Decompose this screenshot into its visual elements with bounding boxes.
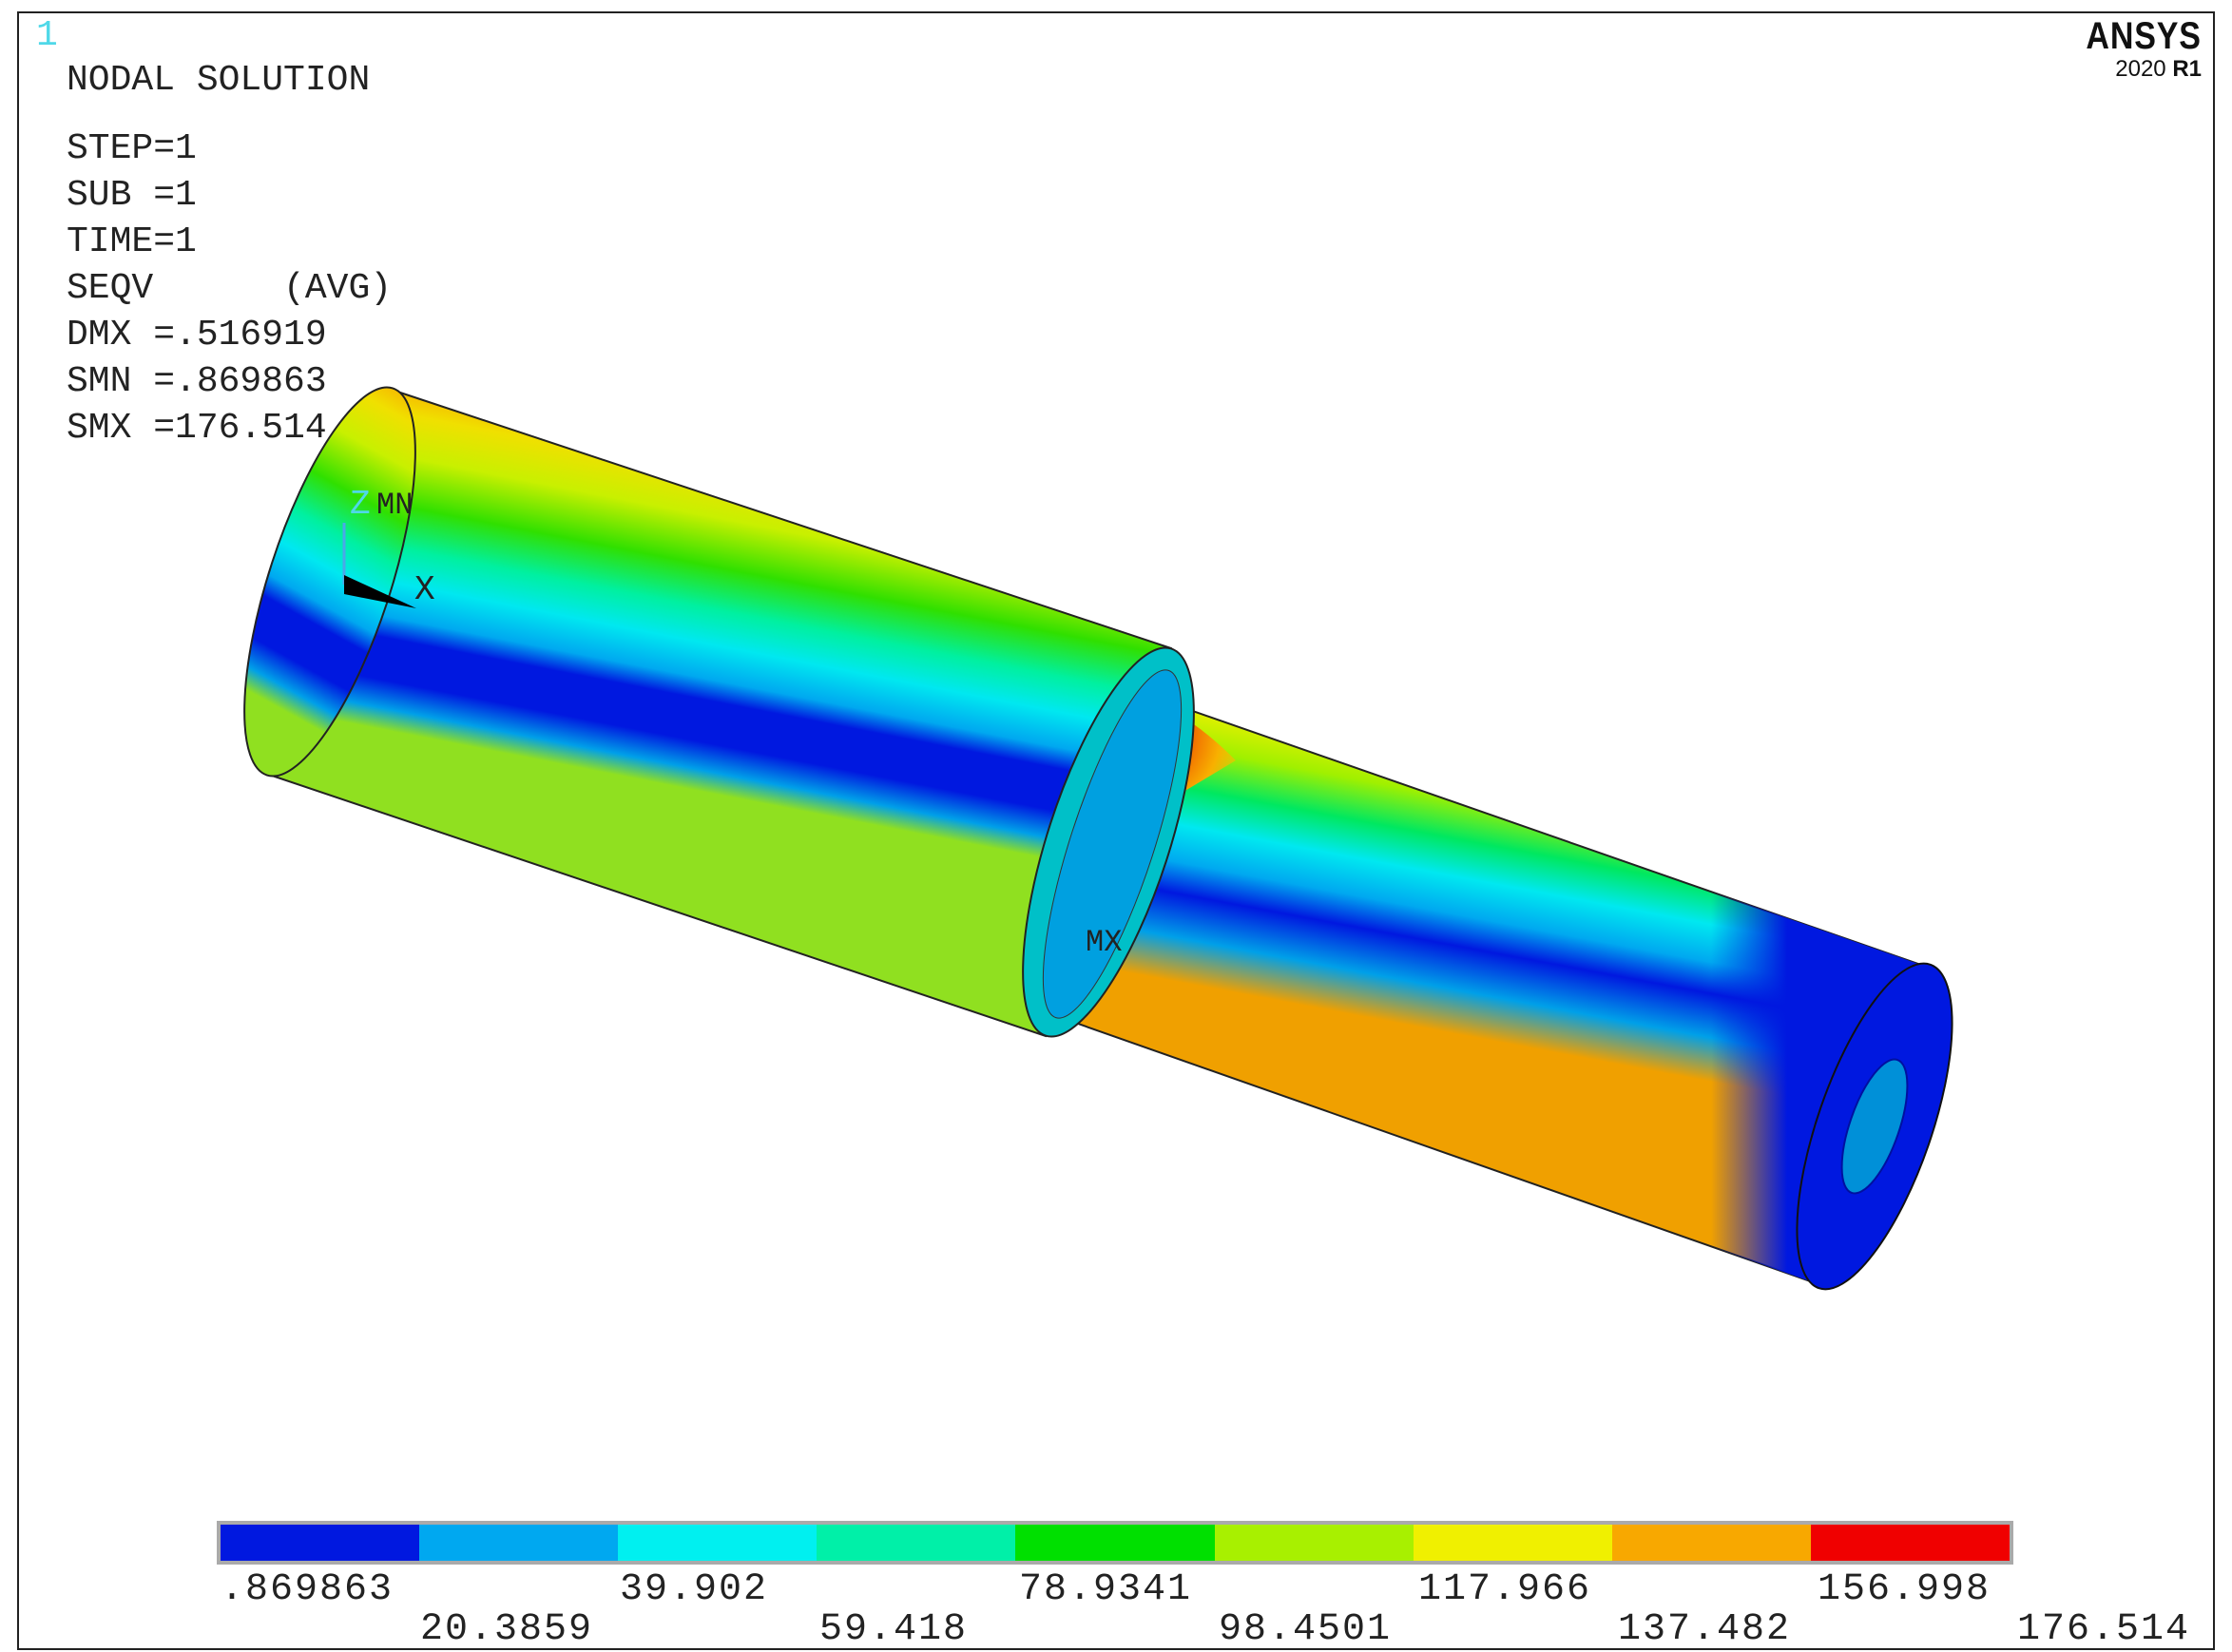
legend-tick-label: 98.4501 bbox=[1219, 1608, 1393, 1651]
legend-swatch bbox=[419, 1525, 619, 1561]
large-shaft bbox=[243, 386, 1195, 1038]
legend-swatch bbox=[1015, 1525, 1215, 1561]
stress-contour-model: Z X MN MX bbox=[243, 386, 1953, 1291]
min-marker: MN bbox=[376, 488, 413, 523]
legend-swatch bbox=[1611, 1525, 1811, 1561]
legend-tick-label: 117.966 bbox=[1418, 1568, 1592, 1611]
z-axis-label: Z bbox=[350, 485, 371, 524]
legend-swatch bbox=[618, 1525, 818, 1561]
max-marker: MX bbox=[1086, 925, 1122, 960]
legend-swatch bbox=[221, 1525, 420, 1561]
legend-tick-label: 137.482 bbox=[1618, 1608, 1792, 1651]
legend-swatch bbox=[1810, 1525, 2010, 1561]
legend-tick-label: 176.514 bbox=[2017, 1608, 2191, 1651]
legend-tick-label: 156.998 bbox=[1818, 1568, 1991, 1611]
legend-swatch bbox=[817, 1525, 1016, 1561]
x-axis-label: X bbox=[414, 570, 435, 609]
legend-tick-label: 39.902 bbox=[620, 1568, 769, 1611]
legend-swatch bbox=[1413, 1525, 1612, 1561]
legend-tick-label: 59.418 bbox=[819, 1608, 969, 1651]
legend-tick-label: .869863 bbox=[221, 1568, 394, 1611]
legend-tick-label: 78.9341 bbox=[1019, 1568, 1193, 1611]
legend-tick-label: 20.3859 bbox=[420, 1608, 594, 1651]
legend-swatch bbox=[1214, 1525, 1414, 1561]
contour-legend-bar bbox=[217, 1521, 2013, 1565]
